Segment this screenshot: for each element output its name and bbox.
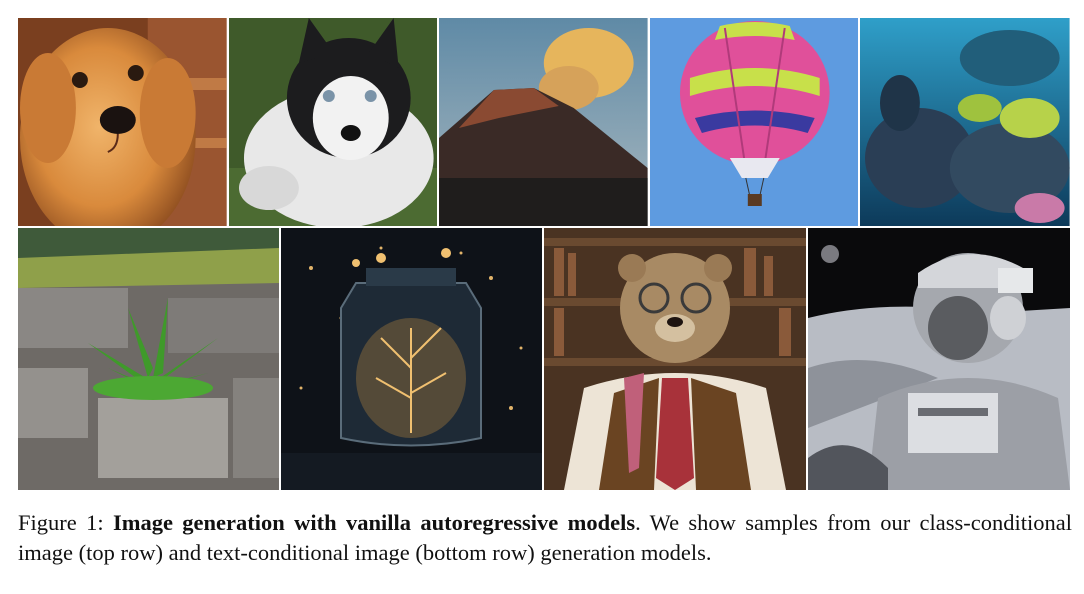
volcano-image [439,18,648,226]
figure-title: Image generation with vanilla autoregres… [112,510,636,535]
hot-air-balloon-image [649,18,859,226]
glowing-jar-image [281,228,542,490]
astronaut-on-moon-image [808,228,1070,490]
golden-retriever-puppy-image [18,18,227,226]
sprout-in-pavement-image [18,228,279,490]
figure-image-grid [18,18,1070,490]
figure-label: Figure 1: [18,510,104,535]
husky-puppy-image [228,18,438,226]
figure-caption: Figure 1: Image generation with vanilla … [18,508,1072,568]
bottom-row [18,228,1070,490]
coral-reef-image [860,18,1070,226]
top-row [18,18,1070,226]
figure-title-period: . [635,510,641,535]
bear-in-vest-image [544,228,806,490]
